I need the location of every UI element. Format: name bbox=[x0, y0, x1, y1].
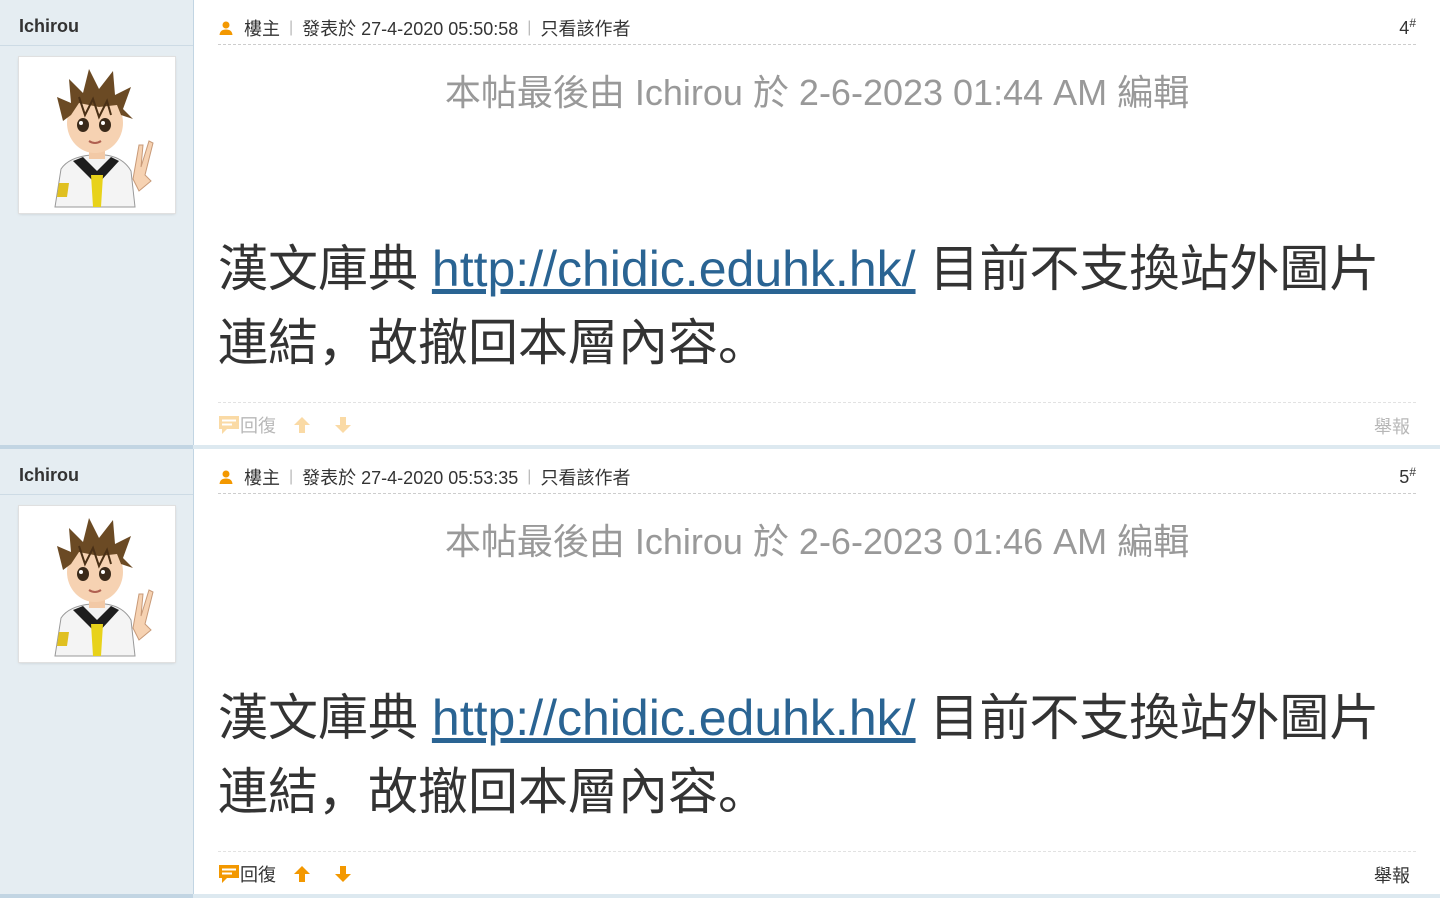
separator: | bbox=[527, 468, 532, 485]
divider bbox=[0, 45, 193, 46]
divider bbox=[218, 851, 1416, 852]
report-link[interactable]: 舉報 bbox=[1374, 862, 1410, 888]
divider bbox=[0, 494, 193, 495]
edit-note: 本帖最後由 Ichirou 於 2-6-2023 01:44 AM 編輯 bbox=[444, 72, 1190, 113]
separator: | bbox=[289, 468, 294, 485]
post-floor-4: Ichirou 樓主 | 發表於 27-4-2020 05:50:58 | 只看… bbox=[0, 0, 1440, 449]
author-sidebar: Ichirou bbox=[0, 449, 194, 898]
avatar-image bbox=[19, 57, 175, 213]
arrow-up-icon[interactable] bbox=[293, 416, 311, 434]
post-body: 漢文庫典 http://chidic.eduhk.hk/ 目前不支換站外圖片連結… bbox=[218, 681, 1428, 829]
report-link[interactable]: 舉報 bbox=[1374, 413, 1410, 439]
role-label: 樓主 bbox=[244, 468, 280, 488]
reply-button[interactable]: 回復 bbox=[218, 861, 276, 887]
floor-value: 4 bbox=[1399, 18, 1410, 38]
body-link[interactable]: http://chidic.eduhk.hk/ bbox=[432, 690, 916, 746]
post-divider bbox=[0, 894, 1440, 898]
reply-button[interactable]: 回復 bbox=[218, 412, 276, 438]
floor-mark: # bbox=[1409, 465, 1416, 479]
post-body: 漢文庫典 http://chidic.eduhk.hk/ 目前不支換站外圖片連結… bbox=[218, 232, 1428, 380]
post-time: 發表於 27-4-2020 05:53:35 bbox=[302, 468, 519, 488]
post-content: 樓主 | 發表於 27-4-2020 05:53:35 | 只看該作者 5# 本… bbox=[194, 449, 1440, 898]
reply-label: 回復 bbox=[240, 865, 276, 885]
edit-note: 本帖最後由 Ichirou 於 2-6-2023 01:46 AM 編輯 bbox=[444, 521, 1190, 562]
user-icon bbox=[219, 21, 233, 35]
divider bbox=[218, 493, 1416, 494]
reply-label: 回復 bbox=[240, 416, 276, 436]
body-text: 漢文庫典 bbox=[218, 690, 432, 746]
floor-number[interactable]: 4# bbox=[1399, 16, 1416, 39]
reply-icon bbox=[219, 865, 239, 883]
post-floor-5: Ichirou 樓主 | 發表於 27-4-2020 05:53:35 | 只看… bbox=[0, 449, 1440, 898]
post-time: 發表於 27-4-2020 05:50:58 bbox=[302, 19, 519, 39]
author-sidebar: Ichirou bbox=[0, 0, 194, 449]
user-icon bbox=[219, 470, 233, 484]
divider bbox=[218, 402, 1416, 403]
body-text: 漢文庫典 bbox=[218, 241, 432, 297]
arrow-up-icon[interactable] bbox=[293, 865, 311, 883]
author-name[interactable]: Ichirou bbox=[19, 465, 79, 486]
arrow-down-icon[interactable] bbox=[334, 416, 352, 434]
separator: | bbox=[289, 19, 294, 36]
role-label: 樓主 bbox=[244, 19, 280, 39]
post-actions: 回復 bbox=[218, 861, 352, 887]
body-link[interactable]: http://chidic.eduhk.hk/ bbox=[432, 241, 916, 297]
post-content: 樓主 | 發表於 27-4-2020 05:50:58 | 只看該作者 4# 本… bbox=[194, 0, 1440, 449]
author-name[interactable]: Ichirou bbox=[19, 16, 79, 37]
only-author-link[interactable]: 只看該作者 bbox=[540, 464, 630, 490]
post-actions: 回復 bbox=[218, 412, 352, 438]
divider bbox=[218, 44, 1416, 45]
floor-value: 5 bbox=[1399, 467, 1410, 487]
avatar-image bbox=[19, 506, 175, 662]
separator: | bbox=[527, 19, 532, 36]
post-meta: 樓主 | 發表於 27-4-2020 05:53:35 | 只看該作者 bbox=[218, 464, 630, 490]
only-author-link[interactable]: 只看該作者 bbox=[540, 15, 630, 41]
post-meta: 樓主 | 發表於 27-4-2020 05:50:58 | 只看該作者 bbox=[218, 15, 630, 41]
arrow-down-icon[interactable] bbox=[334, 865, 352, 883]
floor-number[interactable]: 5# bbox=[1399, 465, 1416, 488]
reply-icon bbox=[219, 416, 239, 434]
avatar[interactable] bbox=[19, 57, 175, 213]
floor-mark: # bbox=[1409, 16, 1416, 30]
avatar[interactable] bbox=[19, 506, 175, 662]
